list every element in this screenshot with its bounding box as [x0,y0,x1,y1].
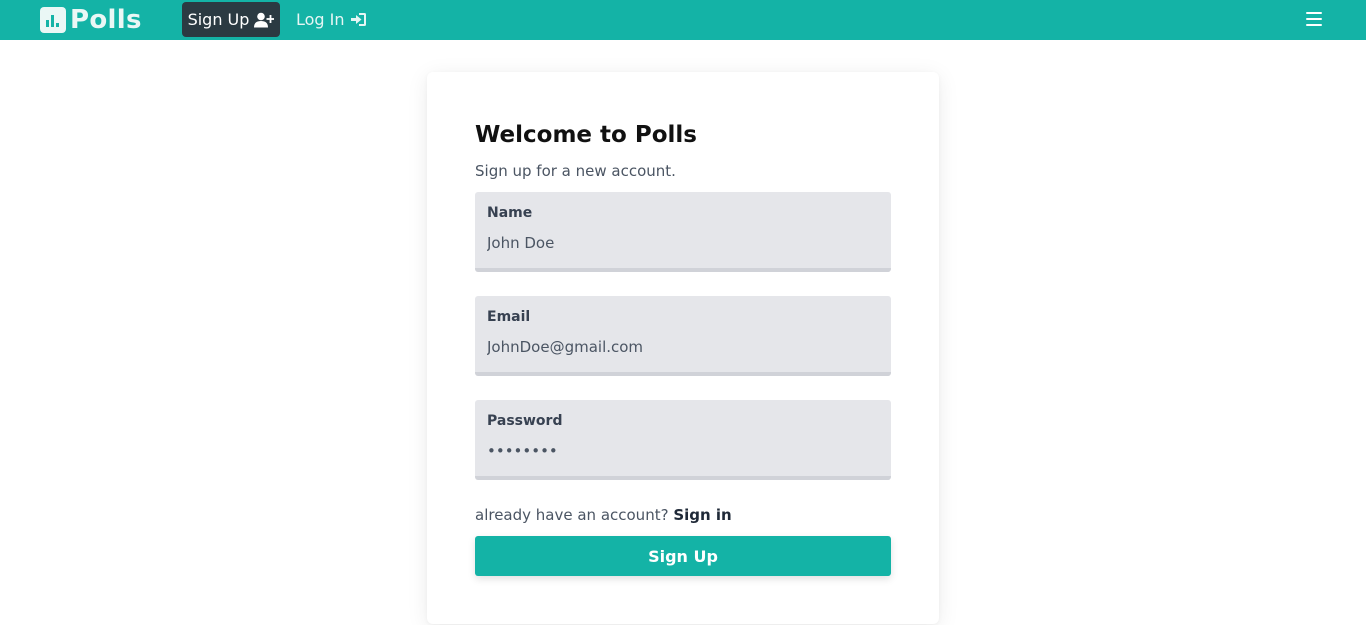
signin-prompt: already have an account? Sign in [475,506,732,524]
nav-login-label: Log In [296,10,345,29]
top-navbar: Polls Sign Up Log In [0,0,1366,40]
name-input[interactable] [487,230,879,256]
sign-in-icon [350,12,367,27]
email-field: Email [475,296,891,376]
name-field: Name [475,192,891,272]
name-label: Name [487,205,533,221]
nav-login-link[interactable]: Log In [296,2,367,37]
password-input[interactable] [487,438,879,464]
brand-name: Polls [70,5,142,35]
signin-link[interactable]: Sign in [673,506,731,524]
page-subtitle: Sign up for a new account. [475,162,676,180]
brand-link[interactable]: Polls [40,5,142,35]
user-plus-icon [254,12,275,28]
signup-submit-button[interactable]: Sign Up [475,536,891,576]
bar-chart-icon [40,7,66,33]
hamburger-menu-icon[interactable] [1306,12,1322,26]
nav-signup-button[interactable]: Sign Up [182,2,280,37]
password-field: Password [475,400,891,480]
page-title: Welcome to Polls [475,122,697,148]
email-input[interactable] [487,334,879,360]
signup-card: Welcome to Polls Sign up for a new accou… [427,72,939,624]
email-label: Email [487,309,531,325]
account-prompt-text: already have an account? [475,506,669,524]
password-label: Password [487,413,563,429]
nav-signup-label: Sign Up [187,10,250,29]
